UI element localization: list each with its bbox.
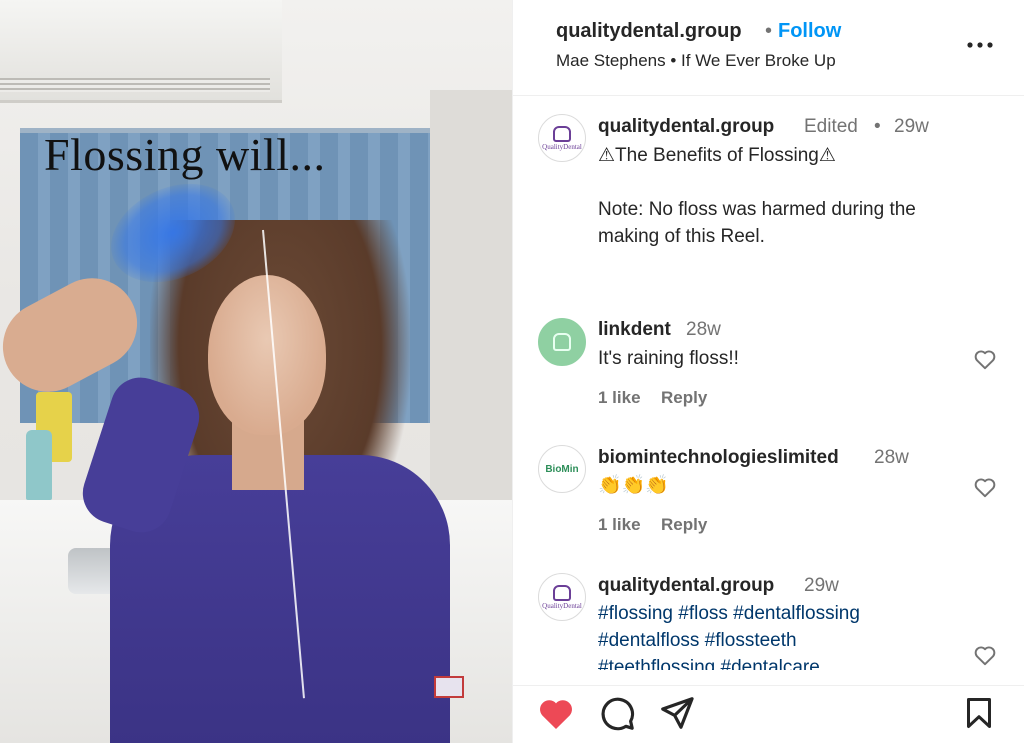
edited-label: Edited bbox=[804, 116, 858, 137]
air-conditioner bbox=[0, 0, 282, 103]
caption-title: ⚠The Benefits of Flossing⚠ bbox=[598, 145, 836, 166]
scrubs-label bbox=[434, 676, 464, 698]
comment-text: It's raining floss!! bbox=[598, 348, 739, 369]
share-icon[interactable] bbox=[658, 694, 696, 732]
comment-username[interactable]: biomintechnologieslimited bbox=[598, 447, 839, 469]
comment-avatar-qualitydental[interactable]: QualityDental bbox=[538, 573, 586, 621]
comment-avatar-linkdent[interactable] bbox=[538, 318, 586, 366]
header-separator: • bbox=[765, 20, 773, 42]
like-comment-heart-icon[interactable] bbox=[972, 642, 998, 668]
soap-bottle bbox=[26, 430, 52, 500]
caption-separator: • bbox=[874, 116, 881, 137]
tooth-logo-icon bbox=[553, 125, 571, 142]
face bbox=[208, 275, 326, 435]
comment-likes[interactable]: 1 like bbox=[598, 388, 641, 408]
caption-time[interactable]: 29w bbox=[894, 116, 929, 138]
reply-button[interactable]: Reply bbox=[661, 388, 707, 408]
action-bar bbox=[513, 685, 1024, 744]
follow-button[interactable]: Follow bbox=[778, 20, 841, 43]
header-username[interactable]: qualitydental.group bbox=[556, 20, 742, 43]
post-panel: qualitydental.group • Follow Mae Stephen… bbox=[512, 0, 1024, 744]
caption-note: Note: No floss was harmed during the mak… bbox=[598, 199, 916, 247]
like-comment-heart-icon[interactable] bbox=[972, 346, 998, 372]
avatar-logo-text: BioMin bbox=[545, 463, 579, 475]
comment-username[interactable]: linkdent bbox=[598, 319, 671, 341]
comment-avatar-biomin[interactable]: BioMin bbox=[538, 445, 586, 493]
post-header: qualitydental.group • Follow Mae Stephen… bbox=[513, 0, 1024, 96]
video-overlay-text: Flossing will... bbox=[44, 129, 326, 180]
wall bbox=[430, 90, 512, 510]
comment-likes[interactable]: 1 like bbox=[598, 515, 641, 535]
bookmark-icon[interactable] bbox=[961, 695, 997, 731]
caption-avatar[interactable]: QualityDental bbox=[538, 114, 586, 162]
comment-time[interactable]: 28w bbox=[686, 319, 721, 341]
heart-filled-icon[interactable] bbox=[536, 694, 576, 734]
hashtag-list[interactable]: #flossing #floss #dentalflossing #dental… bbox=[598, 600, 958, 670]
more-options-icon[interactable] bbox=[965, 30, 995, 60]
comment-time[interactable]: 28w bbox=[874, 447, 909, 469]
comment-time[interactable]: 29w bbox=[804, 575, 839, 597]
avatar-logo-text: QualityDental bbox=[542, 601, 582, 610]
reel-video[interactable]: Flossing will... bbox=[0, 0, 512, 743]
caption-username[interactable]: qualitydental.group bbox=[598, 116, 774, 138]
audio-track-link[interactable]: Mae Stephens • If We Ever Broke Up bbox=[556, 51, 836, 71]
comment-username[interactable]: qualitydental.group bbox=[598, 575, 774, 597]
avatar-logo-text: QualityDental bbox=[542, 142, 582, 151]
comment-icon[interactable] bbox=[598, 694, 636, 732]
reply-button[interactable]: Reply bbox=[661, 515, 707, 535]
comment-text: 👏👏👏 bbox=[598, 475, 669, 496]
like-comment-heart-icon[interactable] bbox=[972, 474, 998, 500]
tooth-logo-icon bbox=[553, 584, 571, 601]
tooth-logo-icon bbox=[553, 333, 571, 351]
ac-vent bbox=[0, 78, 270, 92]
